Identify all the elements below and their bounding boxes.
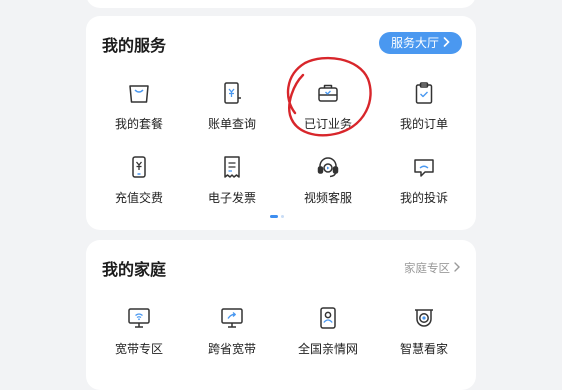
chevron-right-icon <box>443 32 450 54</box>
service-item-video-support[interactable]: 视频客服 <box>288 151 368 206</box>
previous-card-bottom <box>86 0 476 8</box>
service-hall-button[interactable]: 服务大厅 <box>378 32 462 54</box>
service-item-my-complaints[interactable]: 我的投诉 <box>384 151 464 206</box>
page-indicator-dot <box>281 215 284 218</box>
family-network-icon <box>312 302 344 334</box>
family-title: 我的家庭 <box>102 260 167 279</box>
service-item-my-orders[interactable]: 我的订单 <box>384 77 464 132</box>
service-item-e-invoice[interactable]: 电子发票 <box>192 151 272 206</box>
service-item-label: 我的订单 <box>399 117 448 131</box>
red-annotation-circle <box>286 56 372 137</box>
broadband-monitor-icon <box>123 302 155 334</box>
service-item-label: 我的套餐 <box>114 117 163 131</box>
page-indicator-active-dot <box>270 215 278 218</box>
headset-icon <box>312 151 344 183</box>
family-item-cross-province-broadband[interactable]: 跨省宽带 <box>192 302 272 357</box>
family-zone-label: 家庭专区 <box>404 261 450 275</box>
service-item-my-plan[interactable]: 我的套餐 <box>99 77 179 132</box>
family-item-label: 智慧看家 <box>399 342 448 356</box>
service-item-label: 账单查询 <box>207 117 256 131</box>
complaint-message-icon <box>408 151 440 183</box>
family-item-label: 全国亲情网 <box>297 342 358 356</box>
service-item-label: 充值交费 <box>114 191 163 205</box>
family-zone-link[interactable]: 家庭专区 <box>404 260 460 276</box>
phone-yen-icon <box>123 151 155 183</box>
service-item-label: 我的投诉 <box>399 191 448 205</box>
family-item-smart-home-watch[interactable]: 智慧看家 <box>384 302 464 357</box>
family-item-national-family-network[interactable]: 全国亲情网 <box>288 302 368 357</box>
service-item-label: 电子发票 <box>207 191 256 205</box>
security-camera-icon <box>408 302 440 334</box>
cross-province-broadband-icon <box>216 302 248 334</box>
service-item-label: 视频客服 <box>303 191 352 205</box>
my-family-card: 我的家庭 家庭专区 宽带专区 跨省宽带 全国亲情网 智慧看家 <box>86 240 476 390</box>
receipt-icon <box>216 151 248 183</box>
service-item-bill-query[interactable]: 账单查询 <box>192 77 272 132</box>
chevron-right-icon <box>454 261 460 275</box>
family-item-broadband-zone[interactable]: 宽带专区 <box>99 302 179 357</box>
clipboard-check-icon <box>408 77 440 109</box>
service-item-recharge[interactable]: 充值交费 <box>99 151 179 206</box>
service-hall-label: 服务大厅 <box>390 36 439 50</box>
services-title: 我的服务 <box>102 36 167 55</box>
family-item-label: 宽带专区 <box>114 342 163 356</box>
shopping-bag-icon <box>123 77 155 109</box>
page-indicator <box>270 215 284 218</box>
bill-icon <box>216 77 248 109</box>
family-item-label: 跨省宽带 <box>207 342 256 356</box>
